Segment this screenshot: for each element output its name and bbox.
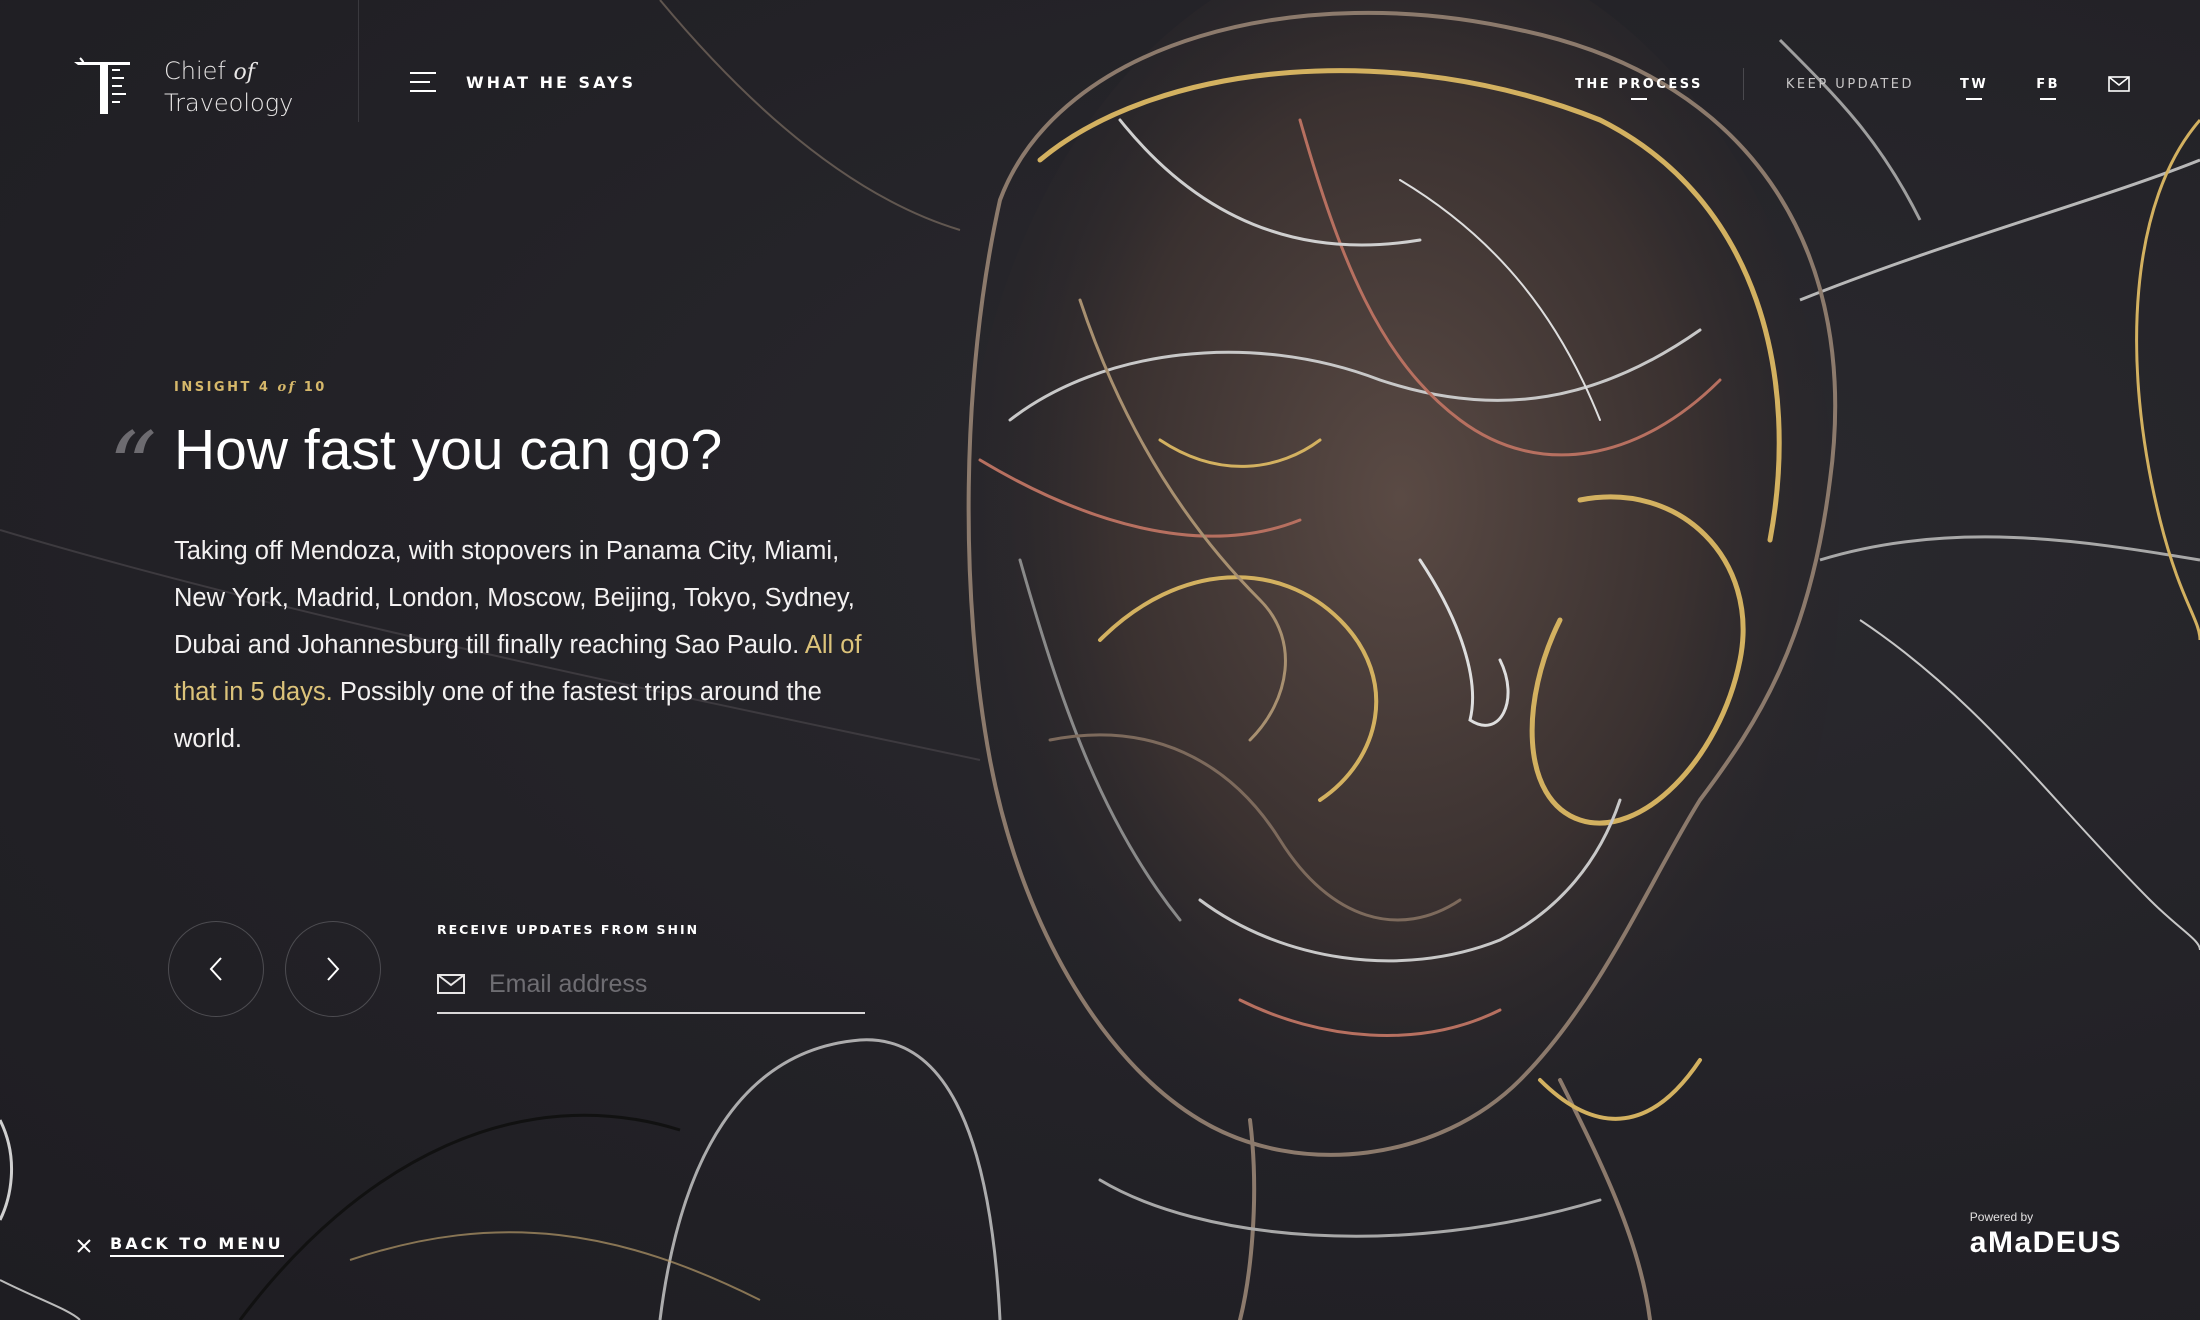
chevron-left-icon — [209, 957, 222, 981]
top-navigation: THE PROCESS KEEP UPDATED TW FB — [1575, 68, 2130, 100]
insight-body: Taking off Mendoza, with stopovers in Pa… — [174, 528, 894, 763]
powered-by-badge[interactable]: Powered by aMaDEUS — [1970, 1210, 2122, 1260]
back-to-menu-label: BACK TO MENU — [110, 1234, 284, 1257]
insight-total: 10 — [303, 380, 327, 395]
email-input[interactable] — [487, 968, 851, 1000]
brand-name: Chief of Traveology — [164, 56, 293, 118]
header-divider — [358, 0, 359, 122]
insight-counter: INSIGHT 4 of 10 — [174, 380, 327, 395]
menu-label: WHAT HE SAYS — [466, 72, 637, 92]
brand-name-chief: Chief — [164, 57, 226, 85]
email-field-wrapper — [437, 956, 865, 1014]
nav-divider — [1742, 68, 1744, 100]
mail-icon[interactable] — [2108, 76, 2130, 92]
insight-prefix: INSIGHT 4 — [174, 380, 271, 395]
nav-the-process-link[interactable]: THE PROCESS — [1575, 77, 1703, 92]
menu-toggle-button[interactable]: WHAT HE SAYS — [410, 72, 636, 92]
back-to-menu-button[interactable]: BACK TO MENU — [76, 1234, 284, 1257]
next-insight-button[interactable] — [285, 921, 381, 1017]
brand-name-of: of — [233, 60, 255, 85]
nav-keep-updated-link[interactable]: KEEP UPDATED — [1786, 77, 1914, 92]
amadeus-logo: aMaDEUS — [1969, 1226, 2122, 1259]
close-icon — [77, 1238, 91, 1253]
insight-of: of — [277, 380, 297, 395]
nav-facebook-link[interactable]: FB — [2036, 77, 2060, 92]
subscribe-label: RECEIVE UPDATES FROM SHIN — [437, 922, 700, 937]
insight-title: How fast you can go? — [174, 418, 723, 482]
insight-body-text: Taking off Mendoza, with stopovers in Pa… — [174, 537, 855, 659]
chevron-right-icon — [327, 957, 340, 981]
brand-logo[interactable]: Chief of Traveology — [72, 56, 293, 118]
logo-t-icon — [72, 56, 134, 118]
previous-insight-button[interactable] — [168, 921, 264, 1017]
brand-name-traveology: Traveology — [164, 89, 294, 117]
quote-mark-icon: “ — [108, 412, 158, 524]
nav-twitter-link[interactable]: TW — [1960, 77, 1988, 92]
envelope-icon — [437, 974, 465, 994]
powered-by-text: Powered by — [1969, 1210, 2034, 1224]
hamburger-icon — [410, 72, 436, 92]
